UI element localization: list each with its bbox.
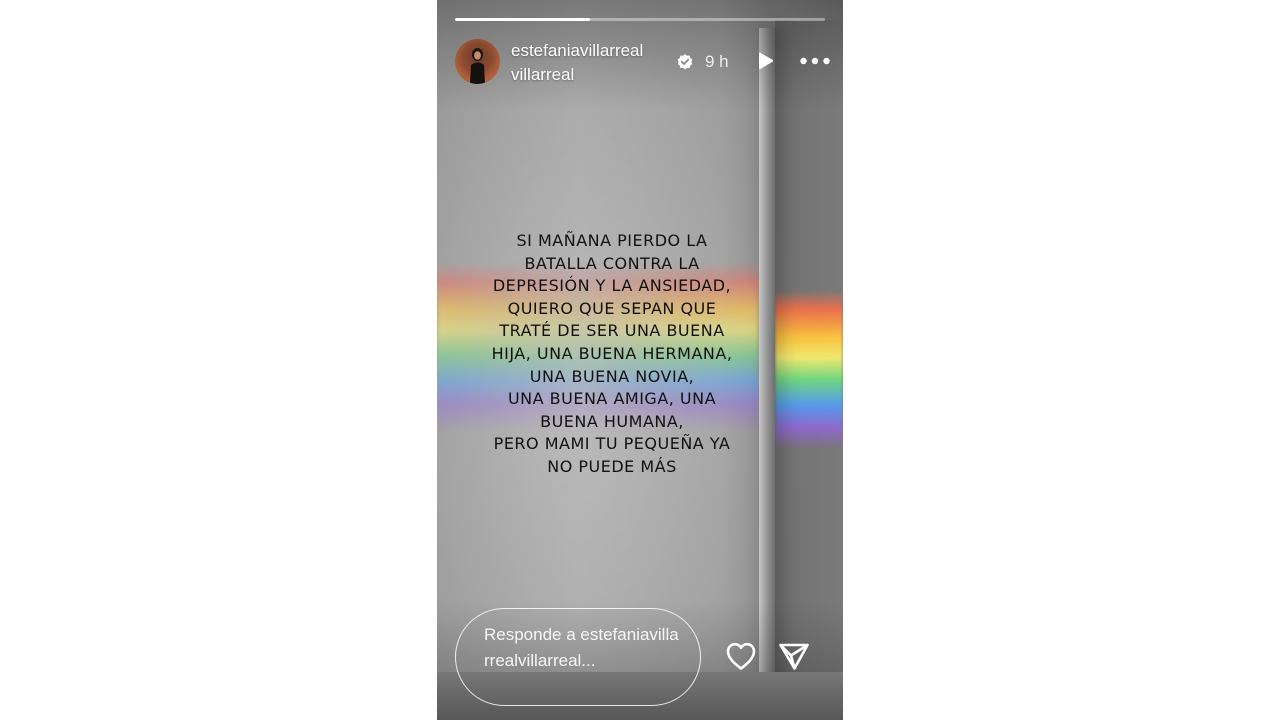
message-line: BATALLA CONTRA LA	[524, 253, 700, 273]
verified-badge-icon	[677, 54, 693, 70]
username[interactable]: estefaniavillarrealvillarreal	[511, 39, 651, 87]
page: estefaniavillarrealvillarreal 9 h SI MAÑ…	[0, 0, 1280, 720]
reply-input[interactable]: Responde a estefaniavillarrealvillarreal…	[455, 608, 701, 706]
story-footer: Responde a estefaniavillarrealvillarreal…	[455, 608, 825, 708]
story-progress-bar	[455, 18, 825, 21]
avatar[interactable]	[455, 39, 500, 84]
story-progress-fill	[455, 18, 591, 21]
story-viewer[interactable]: estefaniavillarrealvillarreal 9 h SI MAÑ…	[437, 0, 843, 720]
send-icon[interactable]	[777, 640, 811, 672]
more-options-icon[interactable]	[799, 52, 831, 70]
story-message: SI MAÑANA PIERDO LA BATALLA CONTRA LA DE…	[457, 230, 767, 479]
message-line: QUIERO QUE SEPAN QUE	[507, 298, 717, 318]
message-line: UNA BUENA AMIGA, UNA	[507, 389, 717, 409]
play-icon[interactable]	[755, 51, 775, 71]
story-time: 9 h	[705, 52, 729, 71]
message-line: UNA BUENA NOVIA,	[529, 366, 695, 386]
reply-placeholder: Responde a estefaniavillarrealvillarreal…	[484, 625, 679, 670]
heart-icon[interactable]	[724, 640, 758, 672]
rainbow-reflection-right	[775, 290, 843, 450]
message-line: DEPRESIÓN Y LA ANSIEDAD,	[492, 276, 732, 296]
message-line: BUENA HUMANA,	[540, 411, 684, 431]
message-line: PERO MAMI TU PEQUEÑA YA	[493, 434, 731, 454]
avatar-figure	[470, 48, 485, 84]
message-line: NO PUEDE MÁS	[547, 456, 677, 476]
message-line: HIJA, UNA BUENA HERMANA,	[491, 343, 733, 363]
message-line: SI MAÑANA PIERDO LA	[516, 231, 708, 250]
message-line: TRATÉ DE SER UNA BUENA	[499, 321, 725, 341]
story-header: estefaniavillarrealvillarreal 9 h	[455, 38, 830, 88]
